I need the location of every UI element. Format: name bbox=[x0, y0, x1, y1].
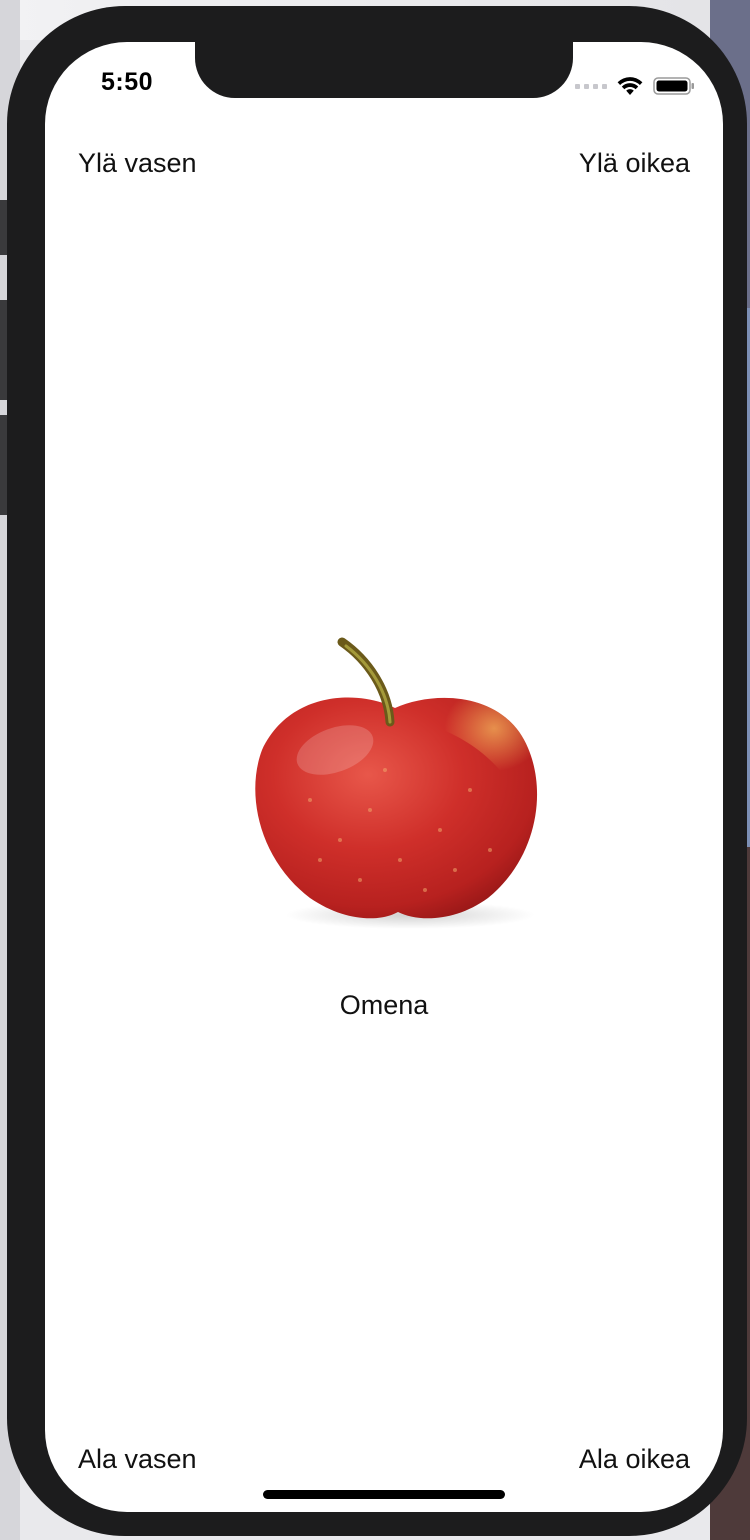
label-bottom-left: Ala vasen bbox=[78, 1444, 197, 1474]
wifi-icon bbox=[617, 76, 643, 96]
image-caption: Omena bbox=[339, 990, 429, 1020]
battery-icon bbox=[653, 76, 695, 96]
label-top-left: Ylä vasen bbox=[78, 148, 197, 178]
notch bbox=[195, 42, 573, 98]
label-top-right: Ylä oikea bbox=[578, 148, 690, 178]
status-time: 5:50 bbox=[101, 68, 154, 96]
home-indicator[interactable] bbox=[263, 1490, 505, 1499]
cellular-signal-icon bbox=[575, 83, 607, 89]
phone-screen: 5:50 Ylä vasen Ylä oikea Omena Ala vasen… bbox=[45, 42, 723, 1512]
apple-image bbox=[255, 637, 538, 929]
label-bottom-right: Ala oikea bbox=[578, 1444, 690, 1474]
status-indicators bbox=[575, 74, 695, 98]
phone-frame: 5:50 Ylä vasen Ylä oikea Omena Ala vasen… bbox=[7, 6, 747, 1536]
